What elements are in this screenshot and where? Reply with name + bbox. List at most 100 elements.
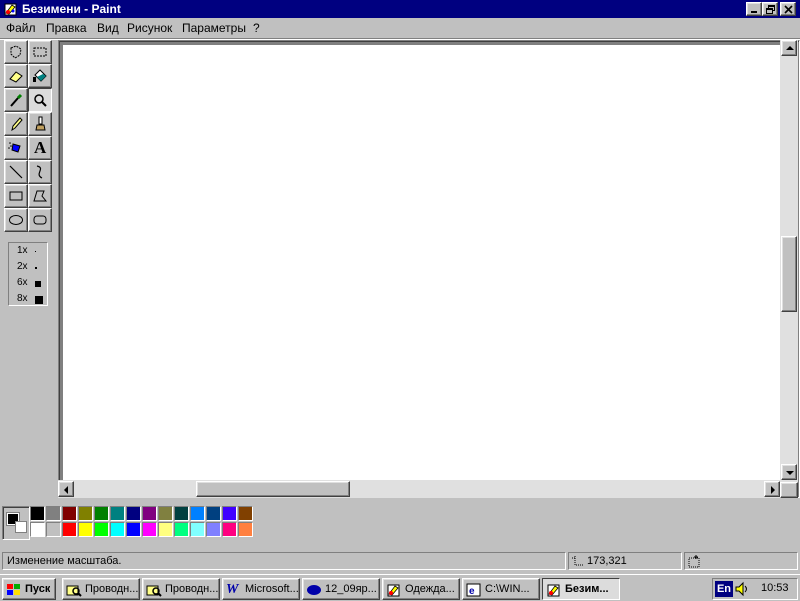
language-indicator[interactable]: En (715, 581, 733, 597)
color-swatch[interactable] (222, 506, 237, 521)
airbrush-icon (8, 142, 21, 153)
fill-tool[interactable] (28, 64, 52, 88)
color-swatch[interactable] (158, 522, 173, 537)
color-swatch[interactable] (62, 506, 77, 521)
color-swatch[interactable] (46, 522, 61, 537)
task-explorer-1[interactable]: Проводн... (62, 578, 140, 600)
title-bar[interactable]: Безимени - Paint (0, 0, 800, 18)
color-swatch[interactable] (126, 522, 141, 537)
color-swatch[interactable] (158, 506, 173, 521)
ellipse-tool[interactable] (4, 208, 28, 232)
zoom-1x[interactable]: 1x (17, 245, 28, 256)
explorer-icon (146, 582, 162, 598)
status-message-panel: Изменение масштаба. (2, 552, 566, 570)
scroll-down-button[interactable] (781, 464, 797, 480)
brush-tool[interactable] (28, 112, 52, 136)
status-message: Изменение масштаба. (7, 555, 122, 567)
horizontal-scroll-thumb[interactable] (196, 481, 350, 497)
pencil-tool[interactable] (4, 112, 28, 136)
vertical-scroll-thumb[interactable] (781, 236, 797, 312)
zoom-2x-dot (35, 267, 37, 269)
curve-tool[interactable] (28, 160, 52, 184)
color-swatch[interactable] (174, 506, 189, 521)
task-cmd[interactable]: e C:\WIN... (462, 578, 540, 600)
zoom-8x[interactable]: 8x (17, 293, 28, 304)
color-picker-icon (10, 93, 23, 107)
arrow-left-icon (64, 486, 68, 494)
task-word[interactable]: W Microsoft... (222, 578, 300, 600)
color-swatch[interactable] (110, 522, 125, 537)
rectangle-tool[interactable] (4, 184, 28, 208)
color-swatch[interactable] (94, 506, 109, 521)
color-swatch[interactable] (238, 506, 253, 521)
rounded-rect-tool[interactable] (28, 208, 52, 232)
ellipse-icon (9, 215, 23, 225)
zoom-2x[interactable]: 2x (17, 261, 28, 272)
rect-select-icon (33, 47, 47, 57)
color-swatch[interactable] (238, 522, 253, 537)
arrow-up-icon (786, 46, 794, 50)
menu-file[interactable]: Файл (6, 21, 36, 35)
speaker-icon[interactable] (735, 581, 749, 600)
drawing-canvas[interactable] (63, 45, 781, 483)
start-button[interactable]: Пуск (2, 578, 56, 600)
color-swatch[interactable] (142, 522, 157, 537)
clock[interactable]: 10:53 (761, 582, 789, 594)
color-swatch[interactable] (78, 506, 93, 521)
menu-help[interactable]: ? (253, 21, 260, 35)
close-button[interactable] (780, 2, 796, 16)
task-12-09[interactable]: 12_09яр... (302, 578, 380, 600)
color-swatch[interactable] (62, 522, 77, 537)
minimize-button[interactable] (746, 2, 762, 16)
curve-icon (36, 165, 43, 179)
menu-view[interactable]: Вид (97, 21, 119, 35)
task-label: Одежда... (405, 583, 455, 595)
restore-button[interactable] (762, 2, 778, 16)
color-swatch[interactable] (142, 506, 157, 521)
zoom-6x[interactable]: 6x (17, 277, 28, 288)
line-tool[interactable] (4, 160, 28, 184)
horizontal-scrollbar[interactable] (58, 480, 780, 498)
scroll-right-button[interactable] (764, 481, 780, 497)
cursor-coords: 173,321 (587, 555, 627, 567)
color-swatch[interactable] (174, 522, 189, 537)
color-swatch[interactable] (30, 506, 45, 521)
task-paint-active[interactable]: Безим... (542, 578, 620, 600)
color-picker-tool[interactable] (4, 88, 28, 112)
color-swatch[interactable] (190, 522, 205, 537)
taskbar: Пуск Проводн... Проводн... W Microsoft..… (0, 574, 800, 600)
text-tool[interactable]: A (28, 136, 52, 160)
color-swatch[interactable] (110, 506, 125, 521)
color-swatch[interactable] (78, 522, 93, 537)
color-swatch[interactable] (190, 506, 205, 521)
scroll-up-button[interactable] (781, 40, 797, 56)
task-explorer-2[interactable]: Проводн... (142, 578, 220, 600)
task-clothing[interactable]: Одежда... (382, 578, 460, 600)
polygon-tool[interactable] (28, 184, 52, 208)
scroll-left-button[interactable] (58, 481, 74, 497)
color-swatch[interactable] (30, 522, 45, 537)
task-label: Безим... (565, 583, 609, 595)
menu-edit[interactable]: Правка (46, 21, 87, 35)
current-colors (2, 506, 30, 540)
airbrush-tool[interactable] (4, 136, 28, 160)
free-select-tool[interactable] (4, 40, 28, 64)
color-swatch[interactable] (206, 506, 221, 521)
menu-image[interactable]: Рисунок (127, 21, 172, 35)
color-swatch[interactable] (222, 522, 237, 537)
rect-select-tool[interactable] (28, 40, 52, 64)
magnifier-tool[interactable] (28, 88, 52, 112)
vertical-scrollbar[interactable] (780, 40, 798, 482)
eraser-tool[interactable] (4, 64, 28, 88)
zoom-8x-dot (35, 296, 43, 304)
arrow-right-icon (771, 486, 775, 494)
menu-options[interactable]: Параметры (182, 21, 246, 35)
color-swatch[interactable] (46, 506, 61, 521)
paint-icon (546, 582, 562, 598)
rectangle-icon (9, 191, 23, 201)
minimize-icon (751, 11, 757, 13)
color-swatch[interactable] (206, 522, 221, 537)
color-swatch[interactable] (94, 522, 109, 537)
ie-icon: e (466, 582, 482, 598)
color-swatch[interactable] (126, 506, 141, 521)
